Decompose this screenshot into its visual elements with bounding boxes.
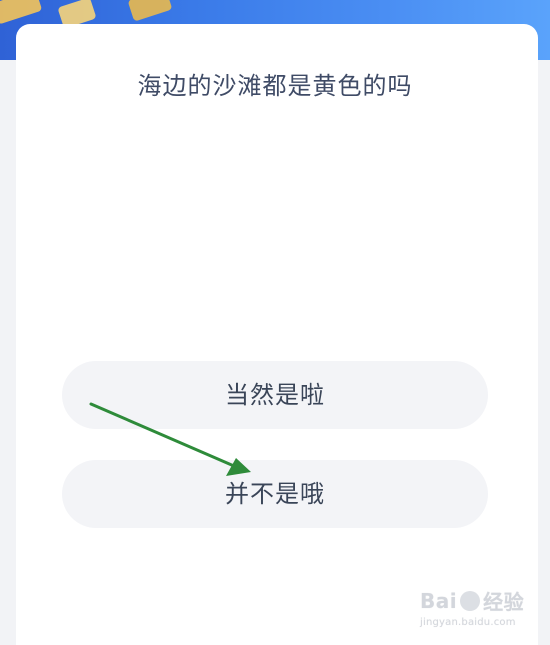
- watermark-brand-suffix: 经验: [483, 590, 525, 614]
- question-card: [16, 24, 538, 645]
- banner-decoration: [0, 0, 43, 25]
- watermark-brand: Bai 经验: [420, 586, 530, 615]
- answer-option-no[interactable]: 并不是哦: [62, 460, 488, 528]
- baidu-paw-icon: [460, 590, 481, 611]
- banner-decoration: [127, 0, 173, 22]
- baidu-jingyan-watermark: Bai 经验 jingyan.baidu.com: [420, 586, 530, 629]
- watermark-brand-prefix: Bai: [420, 588, 458, 613]
- watermark-site: jingyan.baidu.com: [420, 617, 516, 628]
- question-text: 海边的沙滩都是黄色的吗: [137, 72, 413, 100]
- answer-option-yes[interactable]: 当然是啦: [62, 361, 488, 429]
